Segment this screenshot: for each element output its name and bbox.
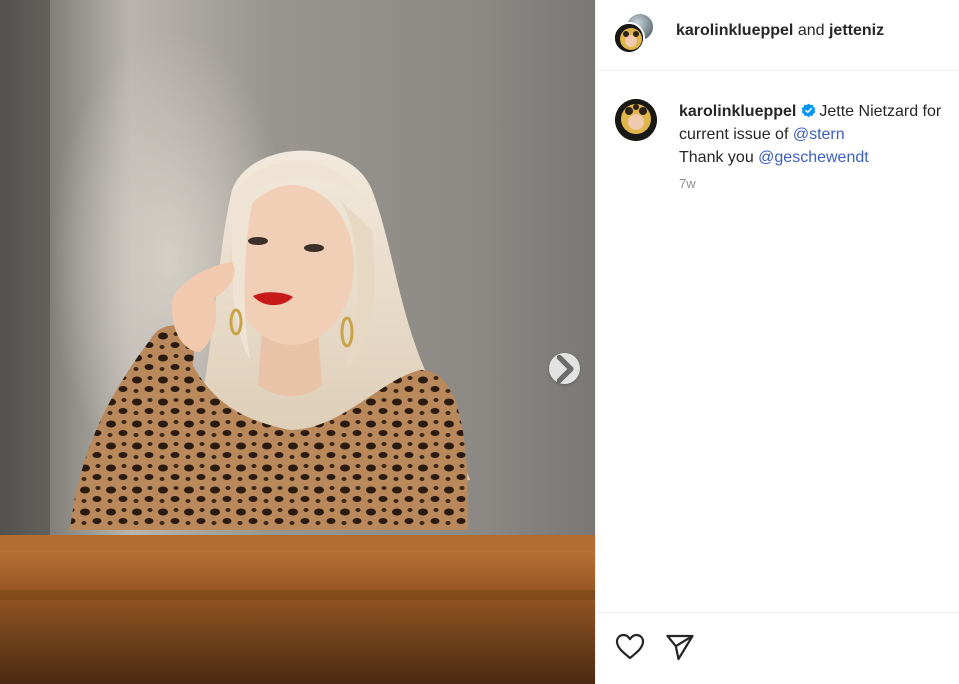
collab-names: karolinklueppel and jetteniz: [676, 22, 884, 40]
caption-line-2-text: current issue of: [679, 126, 793, 143]
header-username-2[interactable]: jetteniz: [829, 22, 884, 39]
caption-line-3-text: Thank you: [679, 149, 759, 166]
caption-text: karolinklueppel Jette Nietzard for curren…: [679, 100, 959, 169]
caption-username[interactable]: karolinklueppel: [679, 103, 796, 120]
avatar-image: [615, 99, 657, 141]
heart-icon: [615, 633, 645, 660]
post-header: karolinklueppel and jetteniz: [596, 0, 959, 71]
caption-line-2: current issue of @stern: [679, 123, 959, 146]
post-actions: [596, 612, 959, 684]
like-button[interactable]: [614, 631, 646, 663]
caption-line-3: Thank you @geschewendt: [679, 146, 959, 169]
mention-stern[interactable]: @stern: [793, 126, 845, 143]
header-joiner: and: [797, 22, 825, 39]
share-button[interactable]: [664, 631, 696, 663]
header-username-1[interactable]: karolinklueppel: [676, 22, 793, 39]
avatar-image: [615, 24, 643, 52]
post-media[interactable]: [0, 0, 595, 684]
avatar-karolinklueppel[interactable]: [613, 22, 645, 54]
post-photo: [0, 0, 595, 684]
caption-avatar[interactable]: [615, 99, 657, 141]
caption-line-1-text: Jette Nietzard for: [819, 103, 942, 120]
mention-geschewendt[interactable]: @geschewendt: [758, 149, 869, 166]
caption-line-1: karolinklueppel Jette Nietzard for: [679, 100, 959, 123]
collab-avatars[interactable]: [613, 12, 657, 54]
next-photo-button[interactable]: [549, 353, 580, 384]
paper-plane-icon: [666, 634, 694, 661]
post-side-panel: karolinklueppel and jetteniz karolinklue…: [595, 0, 959, 684]
verified-badge-icon: [802, 103, 816, 118]
chevron-right-icon: [556, 354, 574, 383]
post-timestamp[interactable]: 7w: [679, 176, 696, 191]
